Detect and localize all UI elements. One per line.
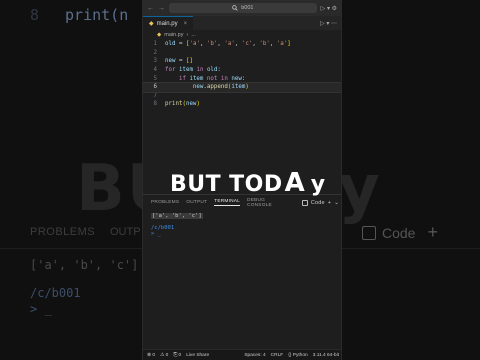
bg-code-line: 8 print(n bbox=[30, 6, 128, 24]
code-line: 7 bbox=[143, 92, 341, 101]
close-icon[interactable]: × bbox=[184, 21, 188, 27]
title-bar: ← → b001 ▷ ▾ ⚙ bbox=[143, 0, 341, 16]
line-number: 2 bbox=[153, 49, 158, 56]
terminal-icon[interactable] bbox=[301, 199, 308, 206]
line-number: 4 bbox=[153, 67, 158, 74]
bg-plus-icon: + bbox=[427, 222, 438, 242]
breadcrumb: ◆ main.py › ... bbox=[143, 30, 341, 40]
indentation-indicator[interactable]: Spaces: 4 bbox=[244, 353, 265, 358]
code-line: 8 print(new) bbox=[143, 100, 341, 109]
command-center-search[interactable]: b001 bbox=[169, 3, 317, 13]
bg-code-text: print(n bbox=[65, 6, 129, 24]
ports-indicator[interactable]: ⎘ 0 bbox=[173, 352, 181, 358]
breadcrumb-separator: › bbox=[186, 32, 189, 38]
tab-problems[interactable]: PROBLEMS bbox=[151, 200, 179, 205]
code-line: 1 old = ['a', 'b', 'a', 'c', 'b', 'a'] bbox=[143, 40, 341, 49]
terminal-controls: Code + ⌄ bbox=[301, 199, 341, 206]
code-editor[interactable]: 1 old = ['a', 'b', 'a', 'c', 'b', 'a'] 2… bbox=[143, 40, 341, 132]
line-number: 5 bbox=[153, 75, 158, 82]
warnings-indicator[interactable]: ⚠ 0 bbox=[160, 353, 168, 358]
search-text: b001 bbox=[241, 5, 254, 11]
errors-indicator[interactable]: ⊗ 0 bbox=[147, 353, 155, 358]
line-number: 7 bbox=[153, 92, 158, 99]
bg-line-number: 8 bbox=[30, 6, 40, 24]
terminal[interactable]: ['a', 'b', 'c'] /c/b001 > _ bbox=[143, 210, 341, 240]
status-bar: ⊗ 0 ⚠ 0 ⎘ 0 Live Share Spaces: 4 CRLF {}… bbox=[143, 349, 341, 360]
python-version[interactable]: 3.11.4 64-bit bbox=[313, 353, 339, 358]
tab-main-py[interactable]: ◆ main.py × bbox=[143, 16, 194, 30]
tab-label: main.py bbox=[156, 20, 178, 27]
line-number: 6 bbox=[153, 84, 158, 91]
bg-terminal-icon bbox=[362, 225, 376, 240]
caption-letter-a: A bbox=[284, 168, 305, 198]
language-mode[interactable]: {} Python bbox=[288, 353, 307, 358]
bg-code-label: Code bbox=[382, 224, 416, 241]
breadcrumb-rest[interactable]: ... bbox=[191, 32, 196, 38]
chevron-down-icon[interactable]: ⌄ bbox=[334, 200, 339, 206]
terminal-prompt: > _ bbox=[151, 231, 161, 237]
live-share-button[interactable]: Live Share bbox=[186, 353, 209, 358]
bg-terminal-prompt: > _ bbox=[30, 302, 52, 316]
eol-indicator[interactable]: CRLF bbox=[271, 353, 284, 358]
bg-code-control: Code + bbox=[362, 222, 438, 243]
add-terminal-icon[interactable]: + bbox=[328, 200, 331, 206]
tab-terminal[interactable]: TERMINAL bbox=[214, 199, 241, 206]
caption-word-1: BUT bbox=[170, 172, 222, 197]
code-text: print(new) bbox=[165, 101, 200, 108]
back-arrow-icon[interactable]: ← bbox=[147, 5, 154, 12]
breadcrumb-file[interactable]: main.py bbox=[164, 32, 183, 38]
tab-output[interactable]: OUTPUT bbox=[186, 200, 207, 205]
window-controls[interactable]: ▷ ▾ ⚙ bbox=[321, 5, 337, 12]
caption-word-2: TOD bbox=[229, 172, 283, 197]
terminal-name[interactable]: Code bbox=[311, 200, 325, 206]
code-line: 3 new = [] bbox=[143, 57, 341, 66]
code-line: 5 if item not in new: bbox=[143, 74, 341, 83]
code-text: for item in old: bbox=[165, 67, 221, 74]
python-file-icon: ◆ bbox=[157, 32, 162, 38]
video-caption: BUT TOD A y bbox=[170, 168, 325, 198]
code-text: new.append(item) bbox=[192, 84, 249, 91]
editor-tabs: ◆ main.py × ▷ ▾ ⋯ bbox=[143, 16, 341, 30]
code-line-active: 6 new.append(item) bbox=[143, 82, 341, 93]
code-line: 2 bbox=[143, 49, 341, 58]
bg-problems-label: PROBLEMS bbox=[30, 226, 96, 238]
bg-terminal-output: ['a', 'b', 'c'] bbox=[30, 258, 139, 272]
editor-run-controls[interactable]: ▷ ▾ ⋯ bbox=[320, 16, 341, 30]
tab-debug-console[interactable]: DEBUG CONSOLE bbox=[247, 198, 288, 208]
python-file-icon: ◆ bbox=[149, 21, 154, 27]
line-number: 3 bbox=[153, 58, 158, 65]
caption-letter-y: y bbox=[310, 172, 326, 197]
bg-output-label: OUTP bbox=[110, 226, 141, 238]
line-number: 8 bbox=[153, 101, 158, 108]
code-text: if item not in new: bbox=[178, 75, 246, 82]
bottom-panel: PROBLEMS OUTPUT TERMINAL DEBUG CONSOLE C… bbox=[143, 194, 341, 349]
code-text: old = ['a', 'b', 'a', 'c', 'b', 'a'] bbox=[165, 41, 291, 48]
code-line: 4 for item in old: bbox=[143, 66, 341, 75]
search-icon bbox=[232, 5, 238, 11]
forward-arrow-icon[interactable]: → bbox=[158, 5, 165, 12]
code-text: new = [] bbox=[165, 58, 193, 65]
line-number: 1 bbox=[153, 41, 158, 48]
bg-caption-right: y bbox=[338, 152, 382, 226]
bg-terminal-path: /c/b001 bbox=[30, 286, 81, 300]
terminal-output: ['a', 'b', 'c'] bbox=[151, 213, 203, 219]
